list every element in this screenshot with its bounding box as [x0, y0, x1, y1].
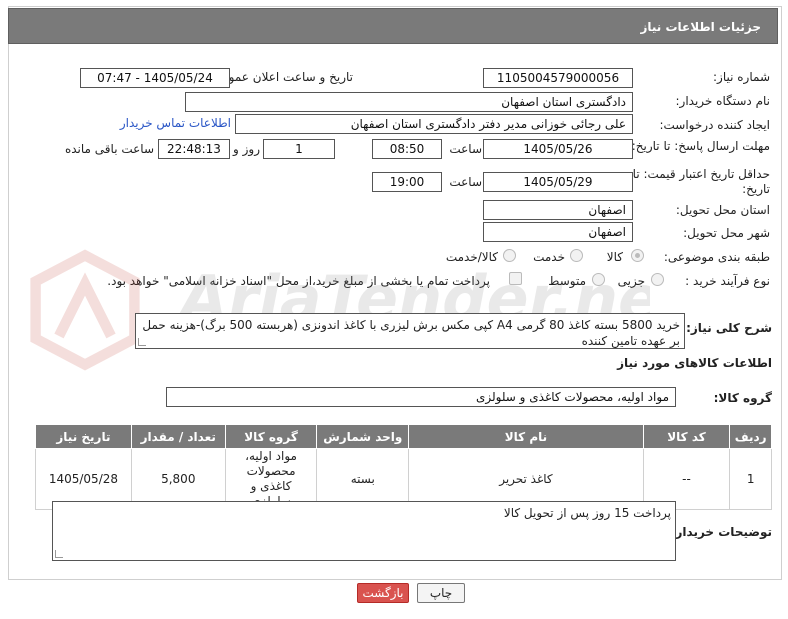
validity-time-field[interactable]: 19:00 [372, 172, 442, 192]
province-label: استان محل تحویل: [675, 203, 770, 217]
description-text: خرید 5800 بسته کاغذ 80 گرمی A4 کپی مکس ب… [142, 318, 680, 348]
announce-date-field[interactable]: 1405/05/24 - 07:47 [80, 68, 230, 88]
treasury-payment-checkbox[interactable] [509, 272, 522, 285]
col-date: تاریخ نیاز [35, 424, 132, 449]
buyer-notes-label: توضیحات خریدار: [670, 525, 772, 539]
buyer-org-label: نام دستگاه خریدار: [675, 94, 771, 108]
validity-label: حداقل تاریخ اعتبار قیمت: تا تاریخ: [632, 167, 770, 196]
col-name: نام کالا [408, 424, 644, 449]
category-label: طبقه بندی موضوعی: [663, 250, 770, 264]
buyer-org-field[interactable]: دادگستری استان اصفهان [185, 92, 633, 112]
city-label: شهر محل تحویل: [683, 226, 770, 240]
city-field[interactable]: اصفهان [483, 222, 633, 242]
description-label: شرح کلی نیاز: [686, 321, 772, 335]
row-index: 1 [729, 448, 772, 510]
goods-table: ردیف کد کالا نام کالا واحد شمارش گروه کا… [35, 424, 772, 510]
print-button[interactable]: چاپ [417, 583, 465, 603]
category-option-service: خدمت [533, 250, 565, 264]
treasury-payment-note: پرداخت تمام یا بخشی از مبلغ خرید،از محل … [107, 274, 490, 288]
panel-header: جزئیات اطلاعات نیاز [8, 8, 778, 44]
creator-label: ایجاد کننده درخواست: [659, 118, 770, 132]
description-field[interactable]: خرید 5800 بسته کاغذ 80 گرمی A4 کپی مکس ب… [135, 313, 685, 349]
resize-grip-icon[interactable] [55, 550, 63, 558]
days-label: روز و [233, 142, 260, 156]
remaining-time-field[interactable]: 22:48:13 [158, 139, 230, 159]
buyer-notes-field[interactable]: پرداخت 15 روز پس از تحویل کالا [52, 501, 676, 561]
process-radio-minor[interactable] [651, 273, 664, 286]
category-radio-goods-service[interactable] [503, 249, 516, 262]
goods-group-label: گروه کالا: [713, 391, 772, 405]
contact-info-link[interactable]: اطلاعات تماس خریدار [120, 116, 231, 130]
goods-group-field[interactable]: مواد اولیه، محصولات کاغذی و سلولزی [166, 387, 676, 407]
deadline-date-field[interactable]: 1405/05/26 [483, 139, 633, 159]
goods-table-header: ردیف کد کالا نام کالا واحد شمارش گروه کا… [35, 424, 772, 449]
validity-time-label: ساعت [449, 175, 482, 189]
creator-field[interactable]: علی رجائی خوزانی مدیر دفتر دادگستری استا… [235, 114, 633, 134]
deadline-label: مهلت ارسال پاسخ: تا تاریخ: [631, 139, 770, 153]
category-option-goods: کالا [606, 250, 623, 264]
category-option-goods-service: کالا/خدمت [445, 250, 498, 264]
col-group: گروه کالا [224, 424, 318, 449]
process-option-medium: متوسط [548, 274, 586, 288]
process-label: نوع فرآیند خرید : [685, 274, 770, 288]
back-button[interactable]: بازگشت [357, 583, 409, 603]
goods-section-title: اطلاعات کالاهای مورد نیاز [617, 356, 772, 370]
col-code: کد کالا [642, 424, 731, 449]
days-remaining-field[interactable]: 1 [263, 139, 335, 159]
province-field[interactable]: اصفهان [483, 200, 633, 220]
deadline-time-label: ساعت [449, 142, 482, 156]
category-radio-goods[interactable] [631, 249, 644, 262]
process-radio-medium[interactable] [592, 273, 605, 286]
need-number-field[interactable]: 1105004579000056 [483, 68, 633, 88]
remaining-time-label: ساعت باقی مانده [64, 142, 154, 156]
col-unit: واحد شمارش [316, 424, 410, 449]
deadline-time-field[interactable]: 08:50 [372, 139, 442, 159]
resize-grip-icon[interactable] [138, 338, 146, 346]
category-radio-service[interactable] [570, 249, 583, 262]
process-option-minor: جزیی [617, 274, 645, 288]
buyer-notes-text: پرداخت 15 روز پس از تحویل کالا [503, 506, 671, 520]
validity-date-field[interactable]: 1405/05/29 [483, 172, 633, 192]
col-index: ردیف [729, 424, 772, 449]
col-qty: تعداد / مقدار [130, 424, 226, 449]
need-number-label: شماره نیاز: [713, 70, 770, 84]
